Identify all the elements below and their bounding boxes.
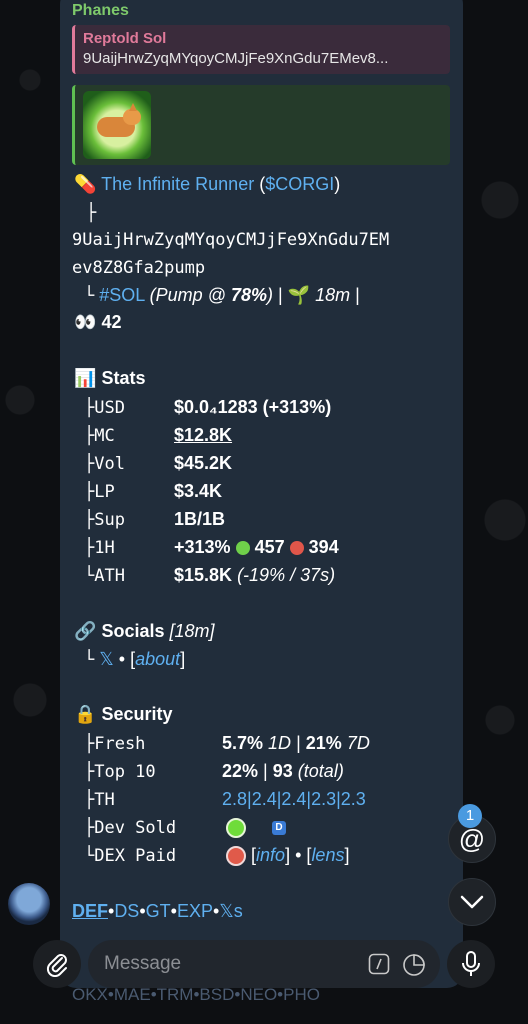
def-link[interactable]: DEF [72, 901, 108, 921]
contract-address-1[interactable]: 9UaijHrwZyqMYqoyCMJjFe9XnGdu7EM [72, 230, 389, 250]
lens-link[interactable]: lens [311, 845, 344, 865]
holders-count: 👀 42 [74, 312, 122, 332]
sec-fresh: ├Fresh 5.7% 1D | 21% 7D [84, 733, 370, 754]
socials-links: └ 𝕏 • [about] [84, 649, 186, 670]
footer-links-2[interactable]: OKX•MAE•TRM•BSD•NEO•PHO [72, 985, 320, 1005]
stat-lp: ├LP $3.4K [84, 481, 223, 502]
bot-avatar[interactable] [8, 883, 50, 925]
eyes-icon: 👀 [74, 312, 97, 332]
socials-heading: 🔗 Socials [18m] [74, 621, 215, 641]
lock-icon: 🔒 [74, 704, 97, 724]
paperclip-icon [46, 954, 67, 977]
x-link[interactable]: 𝕏 [99, 649, 114, 669]
chart-icon: 📊 [74, 368, 97, 388]
sec-dex-paid: └DEX Paid [info] • [lens] [84, 845, 350, 867]
contract-address-2[interactable]: ev8Z8Gfa2pump [72, 258, 205, 278]
token-name-link[interactable]: The Infinite Runner [101, 174, 254, 194]
ds-link[interactable]: DS [114, 901, 139, 921]
message-placeholder: Message [104, 953, 182, 974]
sticker-icon[interactable] [402, 953, 426, 983]
voice-record-button[interactable] [447, 940, 495, 988]
footer-links: DEF•DS•GT•EXP•𝕏s [72, 901, 243, 921]
pill-icon: 💊 [74, 174, 97, 194]
link-icon: 🔗 [74, 621, 97, 641]
sell-coin-icon [289, 541, 304, 556]
reply-quote[interactable]: Reptold Sol 9UaijHrwZyqMYqoyCMJjFe9XnGdu… [72, 25, 450, 74]
seedling-icon: 🌱 [287, 285, 311, 305]
sec-th: ├TH 2.8|2.4|2.4|2.3|2.3 [84, 789, 366, 810]
stat-ath: └ATH $15.8K (-19% / 37s) [84, 565, 336, 586]
d-badge-icon[interactable]: D [272, 821, 287, 836]
attach-button[interactable] [33, 940, 81, 988]
stat-1h: ├1H +313% 457 394 [84, 537, 339, 558]
message-input[interactable]: Message [88, 940, 440, 988]
red-status-icon [226, 846, 246, 867]
token-ticker-link[interactable]: $CORGI [265, 174, 334, 194]
sender-name[interactable]: Phanes [72, 2, 129, 20]
mentions-count-badge: 1 [458, 804, 482, 828]
reply-text: 9UaijHrwZyqMYqoyCMJjFe9XnGdu7EMev8... [83, 50, 389, 67]
stat-vol: ├Vol $45.2K [84, 453, 233, 474]
green-status-icon [226, 818, 246, 839]
about-link[interactable]: about [135, 649, 180, 669]
gt-link[interactable]: GT [146, 901, 171, 921]
token-title: 💊 The Infinite Runner ($CORGI) [74, 174, 341, 194]
corgi-thumbnail[interactable] [83, 91, 151, 159]
top-holders-links[interactable]: 2.8|2.4|2.4|2.3|2.3 [222, 789, 366, 810]
sec-top10: ├Top 10 22% | 93 (total) [84, 761, 344, 782]
commands-icon[interactable] [368, 953, 390, 981]
mc-link[interactable]: $12.8K [174, 425, 232, 446]
security-heading: 🔒 Security [74, 704, 173, 724]
stat-mc: ├MC $12.8K [84, 425, 233, 446]
microphone-icon [462, 951, 480, 976]
reply-author: Reptold Sol [83, 30, 167, 47]
at-icon: @ [458, 823, 486, 854]
buy-coin-icon [235, 541, 250, 556]
chevron-down-icon [460, 895, 484, 909]
link-preview[interactable] [72, 85, 450, 165]
exp-link[interactable]: EXP [177, 901, 213, 921]
sec-dev-sold: ├Dev Sold D [84, 817, 287, 839]
stat-usd: ├USD $0.0₄1283 (+313%) [84, 397, 332, 418]
token-meta: └ #SOL (Pump @ 78%) | 🌱 18m | [84, 285, 360, 306]
info-link[interactable]: info [256, 845, 285, 865]
scroll-down-button[interactable] [448, 878, 496, 926]
chain-hashtag[interactable]: #SOL [99, 285, 144, 305]
stat-sup: ├Sup 1B/1B [84, 509, 226, 530]
xs-link[interactable]: 𝕏s [219, 901, 243, 921]
stats-heading: 📊 Stats [74, 368, 146, 388]
